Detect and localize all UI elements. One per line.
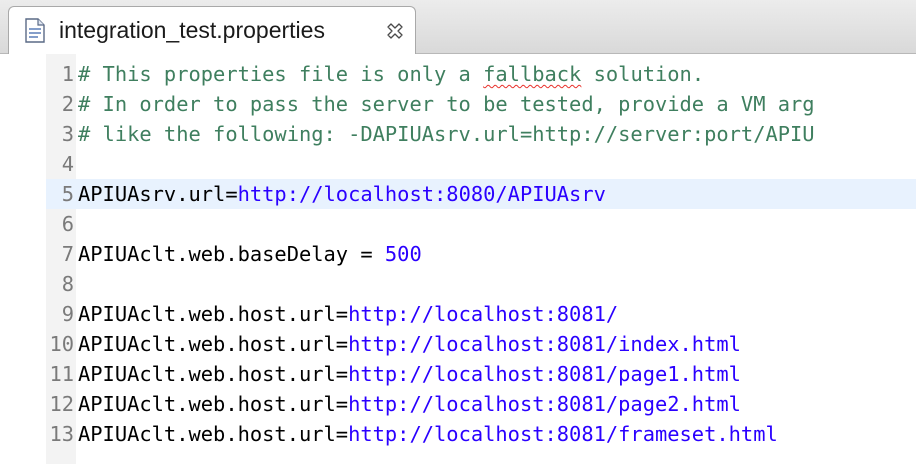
line-content: APIUAclt.web.host.url=http://localhost:8…: [78, 332, 741, 356]
code-line[interactable]: 1 # This properties file is only a fallba…: [46, 59, 916, 89]
line-number: 13: [49, 422, 74, 446]
line-content: APIUAclt.web.host.url=http://localhost:8…: [78, 302, 618, 326]
misspelled-word: fallback: [483, 62, 582, 86]
code-line[interactable]: 13 APIUAclt.web.host.url=http://localhost…: [46, 419, 916, 449]
line-number: 2: [61, 92, 74, 116]
comment-text: solution.: [581, 62, 705, 86]
editor-tab-bar: integration_test.properties: [0, 0, 916, 55]
line-content: APIUAsrv.url=http://localhost:8080/APIUA…: [78, 182, 606, 206]
line-content: # like the following: -DAPIUAsrv.url=htt…: [78, 122, 815, 146]
line-number: 9: [61, 302, 74, 326]
line-content: # In order to pass the server to be test…: [78, 92, 815, 116]
property-value: http://localhost:8081/page2.html: [348, 392, 741, 416]
line-content: # This properties file is only a fallbac…: [78, 62, 704, 86]
code-line[interactable]: 7 APIUAclt.web.baseDelay = 500: [46, 239, 916, 269]
code-line[interactable]: 6: [46, 209, 916, 239]
property-value: http://localhost:8081/: [348, 302, 619, 326]
properties-file-icon: [25, 18, 45, 43]
line-number: 5: [61, 182, 74, 206]
editor-window: integration_test.properties 1 # This prop…: [0, 0, 916, 464]
comment-text: # In order to pass the server to be test…: [78, 92, 815, 116]
line-number: 7: [61, 242, 74, 266]
tab-title: integration_test.properties: [59, 17, 325, 43]
line-content: APIUAclt.web.baseDelay = 500: [78, 242, 422, 266]
property-key: APIUAclt.web.host.url=: [78, 422, 349, 446]
line-number: 11: [49, 362, 74, 386]
code-line[interactable]: 2 # In order to pass the server to be tes…: [46, 89, 916, 119]
property-key: APIUAclt.web.host.url=: [78, 302, 349, 326]
property-value: http://localhost:8081/page1.html: [348, 362, 741, 386]
code-line[interactable]: 4: [46, 149, 916, 179]
code-line[interactable]: 10 APIUAclt.web.host.url=http://localhost…: [46, 329, 916, 359]
line-content: APIUAclt.web.host.url=http://localhost:8…: [78, 392, 741, 416]
code-editor[interactable]: 1 # This properties file is only a fallba…: [0, 54, 916, 464]
line-content: APIUAclt.web.host.url=http://localhost:8…: [78, 422, 778, 446]
property-value: http://localhost:8080/APIUAsrv: [237, 182, 606, 206]
code-lines: 1 # This properties file is only a fallba…: [46, 59, 916, 449]
comment-text: # like the following: -DAPIUAsrv.url=htt…: [78, 122, 815, 146]
line-number: 4: [61, 152, 74, 176]
code-line[interactable]: 3 # like the following: -DAPIUAsrv.url=ht…: [46, 119, 916, 149]
property-value: 500: [384, 242, 422, 266]
property-value: http://localhost:8081/frameset.html: [348, 422, 778, 446]
property-key: APIUAclt.web.host.url=: [78, 392, 349, 416]
editor-tab[interactable]: integration_test.properties: [8, 6, 416, 55]
editor-left-ruler: [0, 54, 46, 464]
code-line[interactable]: 9 APIUAclt.web.host.url=http://localhost:…: [46, 299, 916, 329]
line-number: 8: [61, 272, 74, 296]
line-number: 10: [49, 332, 74, 356]
code-line[interactable]: 12 APIUAclt.web.host.url=http://localhost…: [46, 389, 916, 419]
property-key: APIUAclt.web.host.url=: [78, 332, 349, 356]
code-line[interactable]: 5 APIUAsrv.url=http://localhost:8080/APIU…: [46, 179, 916, 209]
comment-text: # This properties file is only a: [78, 62, 484, 86]
line-number: 1: [61, 62, 74, 86]
property-key: APIUAsrv.url=: [78, 182, 238, 206]
line-number: 3: [61, 122, 74, 146]
line-number: 6: [61, 212, 74, 236]
line-number: 12: [49, 392, 74, 416]
line-content: APIUAclt.web.host.url=http://localhost:8…: [78, 362, 741, 386]
code-line[interactable]: 8: [46, 269, 916, 299]
close-icon[interactable]: [385, 21, 405, 41]
code-line[interactable]: 11 APIUAclt.web.host.url=http://localhost…: [46, 359, 916, 389]
property-value: http://localhost:8081/index.html: [348, 332, 741, 356]
property-key: APIUAclt.web.baseDelay =: [78, 242, 385, 266]
property-key: APIUAclt.web.host.url=: [78, 362, 349, 386]
